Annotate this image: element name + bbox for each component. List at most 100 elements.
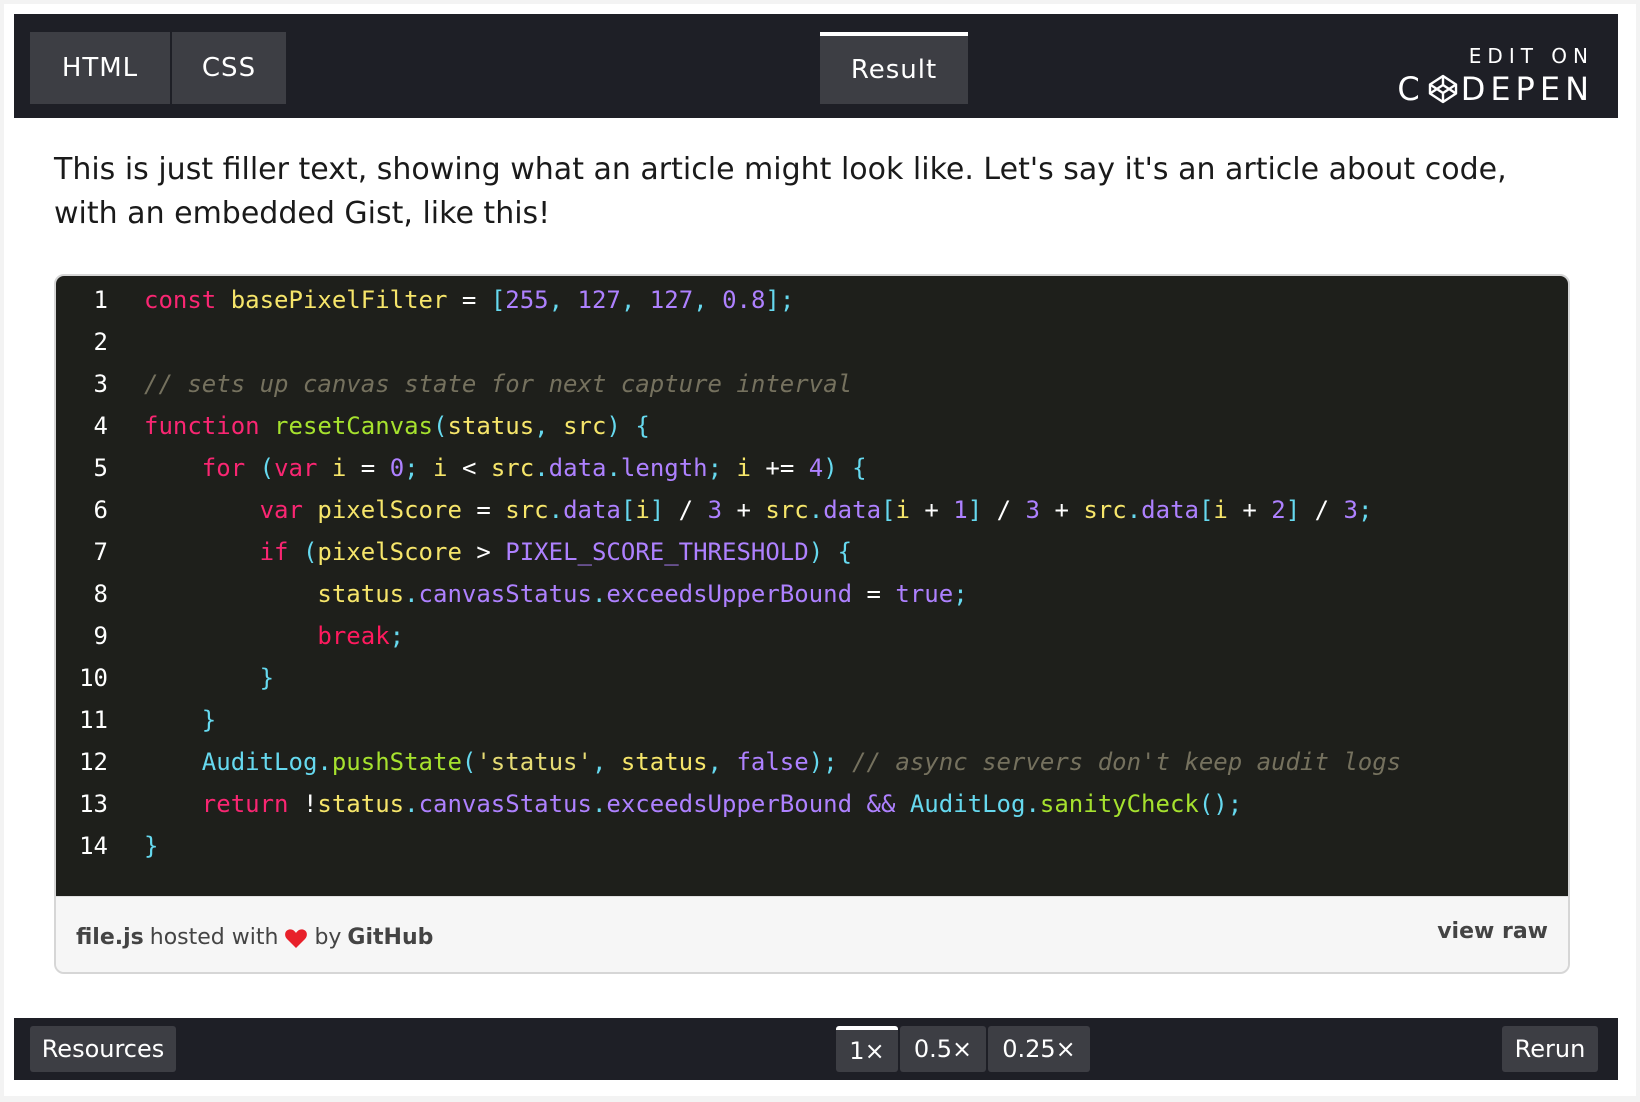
code-token: var <box>274 454 318 482</box>
heart-icon <box>285 928 308 948</box>
code-token: (); <box>1198 790 1243 818</box>
tab-css[interactable]: CSS <box>172 32 286 104</box>
code-token: ] <box>649 496 665 524</box>
tab-result[interactable]: Result <box>820 32 968 104</box>
code-token: = <box>852 580 896 608</box>
line-number: 4 <box>93 412 108 440</box>
line-number: 2 <box>93 328 108 356</box>
code-token: PIXEL_SCORE_THRESHOLD <box>505 538 809 566</box>
code-token: / <box>982 496 1026 524</box>
code-token: exceedsUpperBound <box>606 580 853 608</box>
code-line: 5 for (var i = 0; i < src.data.length; i… <box>56 446 1568 490</box>
codepen-logo-c: C <box>1397 70 1425 108</box>
code-line: 10 } <box>56 656 1568 700</box>
code-text: var pixelScore = src.data[i] / 3 + src.d… <box>144 488 1373 532</box>
code-token: ) { <box>823 454 867 482</box>
code-block: 1 const basePixelFilter = [255, 127, 127,… <box>56 276 1568 896</box>
code-token: data <box>563 496 621 524</box>
code-token: status <box>620 748 708 776</box>
code-token: basePixelFilter <box>230 286 448 314</box>
code-token: ] <box>967 496 983 524</box>
code-token: / <box>664 496 708 524</box>
code-token: . <box>606 454 621 482</box>
code-token: ) { <box>808 538 853 566</box>
code-token: < <box>447 454 491 482</box>
code-token: var <box>259 496 303 524</box>
article-text: This is just filler text, showing what a… <box>54 152 1507 231</box>
code-token: AuditLog <box>201 748 318 776</box>
code-line: 2 <box>56 320 1568 364</box>
code-token: canvasStatus <box>418 790 592 818</box>
code-token: i <box>1213 496 1228 524</box>
gist-filename-link[interactable]: file.js <box>76 925 144 950</box>
code-token: = <box>346 454 390 482</box>
code-token: i <box>736 454 751 482</box>
line-number: 5 <box>93 454 108 482</box>
code-token: ]; <box>765 286 795 314</box>
code-token: = <box>461 496 506 524</box>
code-line: 7 if (pixelScore > PIXEL_SCORE_THRESHOLD… <box>56 530 1568 574</box>
code-token: . <box>591 580 607 608</box>
code-token: } <box>144 832 159 860</box>
zoom-0.5x-button[interactable]: 0.5× <box>900 1026 986 1072</box>
code-token: [ <box>881 496 896 524</box>
code-token: for <box>201 454 246 482</box>
bottom-bar: Resources 1× 0.5× 0.25× Rerun <box>14 1018 1618 1080</box>
code-token: 3 <box>1025 496 1040 524</box>
code-text: const basePixelFilter = [255, 127, 127, … <box>144 278 794 322</box>
code-token: i <box>331 454 347 482</box>
code-token: data <box>548 454 607 482</box>
code-token: ( <box>302 538 318 566</box>
edit-on-codepen-link[interactable]: EDIT ON C DEPEN <box>1394 34 1594 108</box>
code-token: exceedsUpperBound <box>606 790 853 818</box>
code-token: 'status' <box>476 748 592 776</box>
code-token: . <box>808 496 824 524</box>
code-token: src <box>505 496 549 524</box>
code-token: 2 <box>1271 496 1286 524</box>
code-token: , <box>591 748 621 776</box>
code-token: , <box>548 286 578 314</box>
code-token: src <box>1083 496 1127 524</box>
code-token: . <box>317 748 332 776</box>
code-token: sanityCheck <box>1039 790 1199 818</box>
line-number: 8 <box>93 580 108 608</box>
tab-html[interactable]: HTML <box>30 32 170 104</box>
code-token: 0 <box>389 454 405 482</box>
line-number: 1 <box>93 286 108 314</box>
gist-footer: file.js hosted with by GitHub view raw <box>56 896 1568 972</box>
code-token: / <box>1300 496 1344 524</box>
code-text: } <box>144 698 216 742</box>
code-text: // sets up canvas state for next capture… <box>144 362 852 406</box>
code-token: , <box>693 286 723 314</box>
zoom-0.25x-button[interactable]: 0.25× <box>988 1026 1090 1072</box>
code-token: canvasStatus <box>418 580 592 608</box>
zoom-1x-button[interactable]: 1× <box>836 1026 898 1072</box>
code-token: } <box>259 664 275 692</box>
line-number: 3 <box>93 370 108 398</box>
line-number: 12 <box>79 748 108 776</box>
code-line: 8 status.canvasStatus.exceedsUpperBound … <box>56 572 1568 616</box>
code-token: ; <box>953 580 968 608</box>
view-raw-link[interactable]: view raw <box>1437 919 1548 944</box>
gist-embed: 1 const basePixelFilter = [255, 127, 127,… <box>54 274 1570 974</box>
rerun-button[interactable]: Rerun <box>1502 1026 1598 1072</box>
code-token: + <box>722 496 766 524</box>
code-token: const <box>144 286 217 314</box>
code-token: status <box>317 790 405 818</box>
code-line: 12 AuditLog.pushState('status', status, … <box>56 740 1568 784</box>
github-link[interactable]: GitHub <box>347 925 433 950</box>
code-token: 3 <box>1343 496 1358 524</box>
resources-button[interactable]: Resources <box>30 1026 176 1072</box>
code-token: break <box>317 622 390 650</box>
code-token: [ <box>1198 496 1214 524</box>
code-token: length <box>620 454 708 482</box>
code-token: ) { <box>606 412 650 440</box>
code-token: resetCanvas <box>274 412 433 440</box>
